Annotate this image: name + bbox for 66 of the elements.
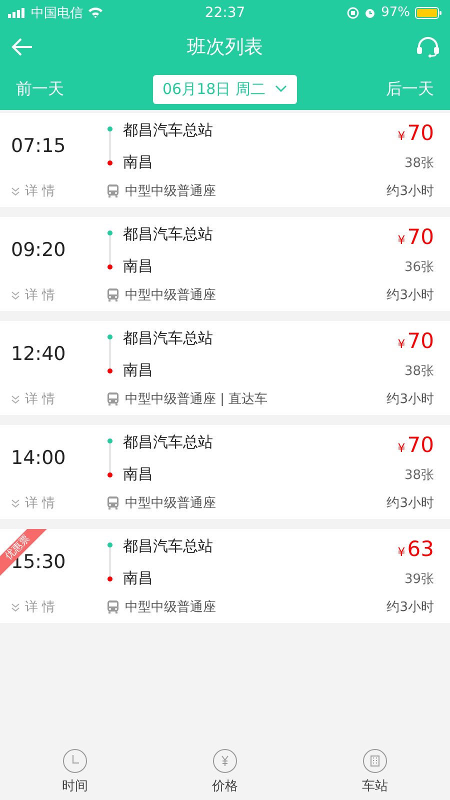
double-chevron-icon	[11, 394, 20, 404]
battery-percent: 97%	[381, 5, 410, 20]
destination-station: 南昌	[123, 360, 154, 381]
origin-station: 都昌汽车总站	[123, 224, 213, 245]
trip-duration: 约3小时	[386, 287, 434, 304]
page-title: 班次列表	[187, 34, 263, 60]
trip-card[interactable]: 12:40 都昌汽车总站 南昌 ¥70 38张 详 情 中型中级普通座 | 直达车 约3小时	[0, 321, 450, 415]
ticket-price: ¥70	[398, 328, 434, 354]
departure-time: 09:20	[11, 239, 67, 261]
sort-tab[interactable]: 时间	[62, 748, 88, 794]
trip-card[interactable]: 14:00 都昌汽车总站 南昌 ¥70 38张 详 情 中型中级普通座 约3小时	[0, 425, 450, 519]
wifi-icon	[88, 7, 103, 18]
ticket-price: ¥63	[398, 536, 434, 562]
bus-type: 中型中级普通座	[125, 286, 216, 304]
ticket-price: ¥70	[398, 224, 434, 250]
double-chevron-icon	[11, 290, 20, 300]
trip-duration: 约3小时	[386, 183, 434, 200]
double-chevron-icon	[11, 498, 20, 508]
origin-station: 都昌汽车总站	[123, 432, 213, 453]
signal-icon	[8, 8, 26, 18]
ticket-price: ¥70	[398, 432, 434, 458]
bus-type: 中型中级普通座 | 直达车	[125, 390, 268, 408]
bus-type: 中型中级普通座	[125, 182, 216, 200]
clock-time: 22:37	[204, 4, 246, 20]
sort-tab[interactable]: 车站	[362, 748, 388, 794]
trip-card[interactable]: 09:20 都昌汽车总站 南昌 ¥70 36张 详 情 中型中级普通座 约3小时	[0, 217, 450, 311]
departure-time: 07:15	[11, 135, 67, 157]
bus-icon	[107, 600, 119, 614]
ticket-price: ¥70	[398, 120, 434, 146]
bus-type: 中型中级普通座	[125, 598, 216, 616]
origin-station: 都昌汽车总站	[123, 536, 213, 557]
route-line-icon	[107, 542, 113, 582]
chevron-down-icon	[275, 85, 288, 93]
seats-left: 38张	[404, 466, 434, 484]
origin-station: 都昌汽车总站	[123, 328, 213, 349]
bus-icon	[107, 392, 119, 406]
destination-station: 南昌	[123, 464, 154, 485]
destination-station: 南昌	[123, 568, 154, 589]
trip-duration: 约3小时	[386, 391, 434, 408]
sort-tab[interactable]: 价格	[212, 748, 238, 794]
destination-station: 南昌	[123, 152, 154, 173]
bus-icon	[107, 288, 119, 302]
seats-left: 39张	[404, 570, 434, 588]
departure-time: 12:40	[11, 343, 67, 365]
seats-left: 36张	[404, 258, 434, 276]
destination-station: 南昌	[123, 256, 154, 277]
route-line-icon	[107, 334, 113, 374]
origin-station: 都昌汽车总站	[123, 120, 213, 141]
bus-type: 中型中级普通座	[125, 494, 216, 512]
double-chevron-icon	[11, 186, 20, 196]
seats-left: 38张	[404, 362, 434, 380]
trip-duration: 约3小时	[386, 495, 434, 512]
rotation-lock-icon	[347, 6, 360, 18]
battery-icon	[415, 6, 442, 18]
bus-icon	[107, 496, 119, 510]
carrier-name: 中国电信	[31, 4, 83, 22]
seats-left: 38张	[404, 154, 434, 172]
bus-icon	[107, 184, 119, 198]
alarm-icon	[364, 6, 376, 18]
route-line-icon	[107, 230, 113, 270]
trip-card[interactable]: 07:15 都昌汽车总站 南昌 ¥70 38张 详 情 中型中级普通座 约3小时	[0, 113, 450, 207]
route-line-icon	[107, 126, 113, 166]
trip-duration: 约3小时	[386, 599, 434, 616]
double-chevron-icon	[11, 602, 20, 612]
route-line-icon	[107, 438, 113, 478]
departure-time: 14:00	[11, 447, 67, 469]
